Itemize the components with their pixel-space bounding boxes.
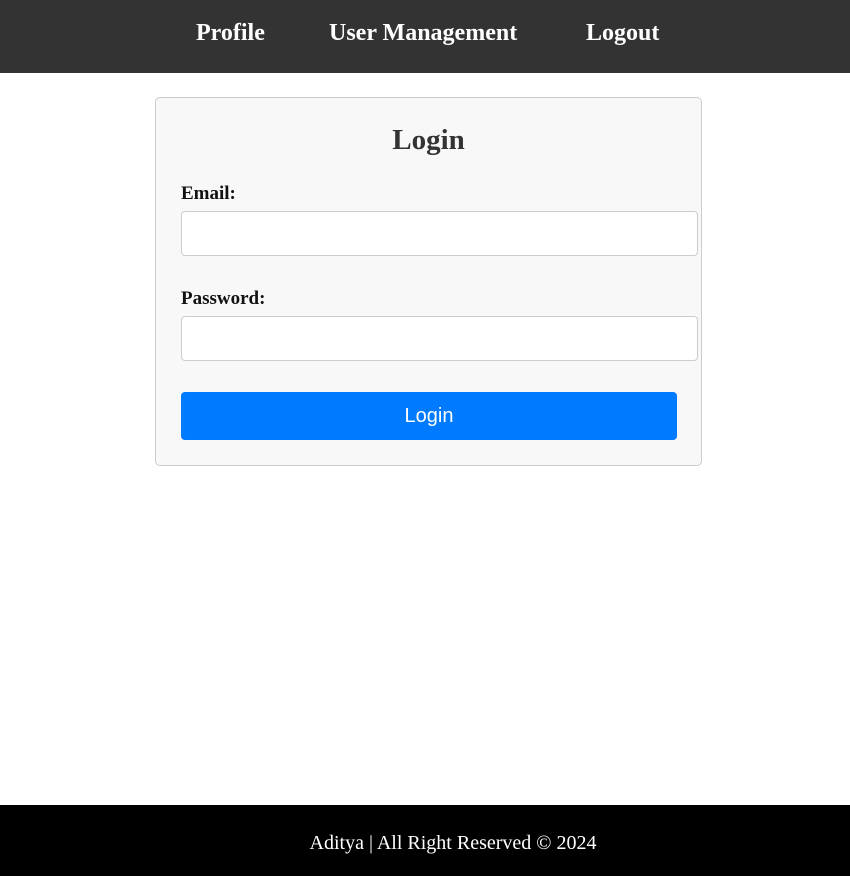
login-card: Login Email: Password: Login: [155, 97, 702, 466]
login-button[interactable]: Login: [181, 392, 677, 440]
email-label: Email:: [181, 183, 236, 204]
nav-link-user-management[interactable]: User Management: [329, 18, 517, 48]
email-input[interactable]: [181, 211, 698, 256]
password-input[interactable]: [181, 316, 698, 361]
nav-link-logout[interactable]: Logout: [586, 18, 659, 48]
nav-link-profile[interactable]: Profile: [196, 18, 265, 48]
page: Profile User Management Logout Login Ema…: [0, 0, 850, 876]
top-navigation-bar: Profile User Management Logout: [0, 0, 850, 73]
footer-copyright: Aditya | All Right Reserved © 2024: [309, 832, 597, 854]
login-title: Login: [392, 124, 465, 156]
footer: Aditya | All Right Reserved © 2024: [0, 805, 850, 876]
password-label: Password:: [181, 288, 266, 309]
